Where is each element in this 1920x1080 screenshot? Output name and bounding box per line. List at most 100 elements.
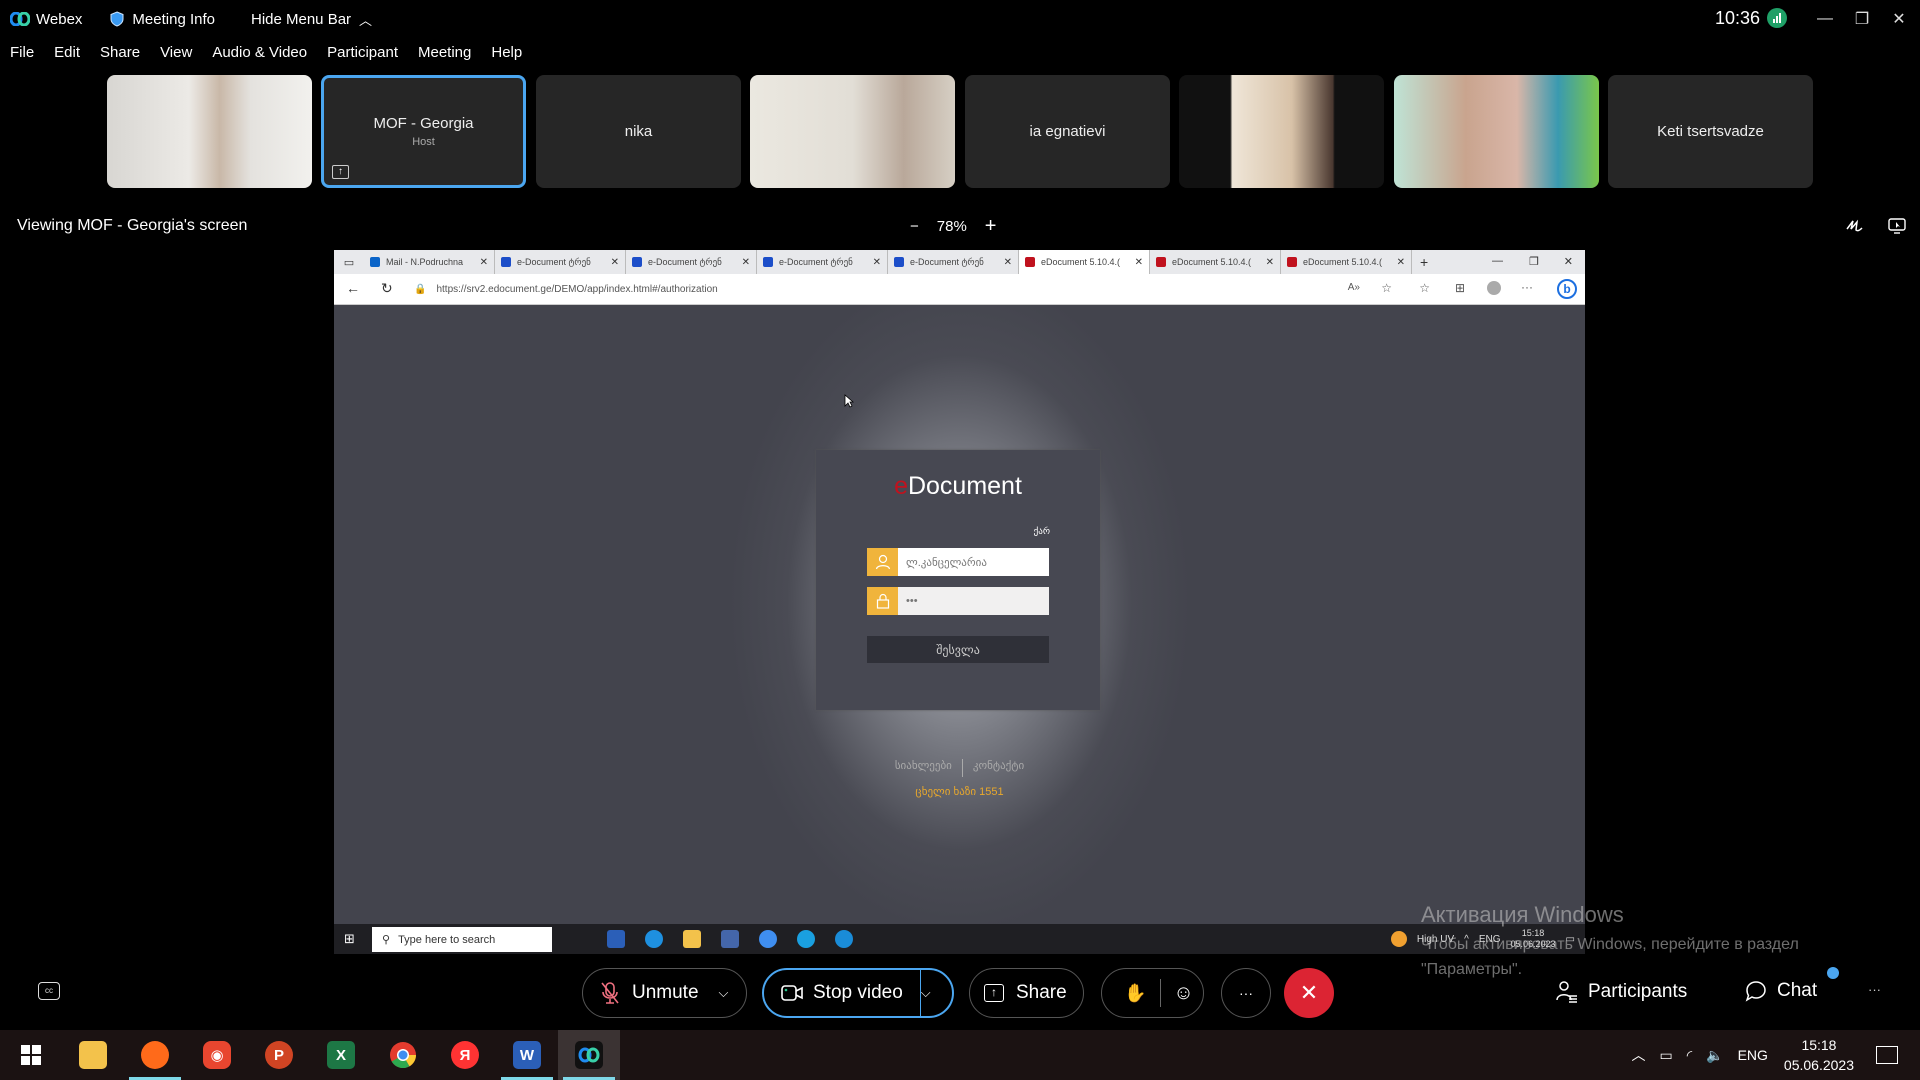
annotate-icon[interactable] — [1846, 217, 1864, 233]
menu-meeting[interactable]: Meeting — [418, 44, 471, 68]
browser-restore-button[interactable]: ❐ — [1529, 255, 1539, 268]
participant-tile-video[interactable] — [107, 75, 312, 188]
start-button[interactable] — [0, 1030, 62, 1080]
url-field[interactable]: 🔒 https://srv2.edocument.ge/DEMO/app/ind… — [414, 278, 1314, 300]
taskbar-word[interactable]: W — [496, 1030, 558, 1080]
close-tab-icon[interactable]: ✕ — [873, 257, 881, 268]
word-icon[interactable] — [607, 930, 625, 948]
favorites-icon[interactable]: ☆ — [1419, 281, 1430, 295]
browser-tab[interactable]: e-Document ტრენ ✕ — [888, 250, 1019, 274]
wifi-icon[interactable]: ◜ — [1687, 1047, 1692, 1064]
read-aloud-icon[interactable]: A» — [1348, 282, 1360, 293]
show-hidden-icons-chevron[interactable]: ︿ — [1631, 1045, 1645, 1065]
remote-control-icon[interactable] — [1888, 217, 1906, 235]
meeting-info-button[interactable]: Meeting Info — [110, 11, 215, 28]
close-tab-icon[interactable]: ✕ — [1266, 257, 1274, 268]
close-button[interactable]: ✕ — [1880, 0, 1918, 38]
restore-button[interactable]: ❐ — [1843, 0, 1881, 38]
audio-options-chevron-icon[interactable]: ⌵ — [719, 985, 729, 1001]
taskbar-firefox[interactable] — [124, 1030, 186, 1080]
closed-captions-icon[interactable]: cc — [38, 982, 60, 1000]
battery-icon[interactable]: ▭ — [1659, 1047, 1672, 1064]
taskbar-excel[interactable]: X — [310, 1030, 372, 1080]
news-link[interactable]: სიახლეები — [895, 759, 952, 777]
taskbar-webex[interactable] — [558, 1030, 620, 1080]
back-icon[interactable]: ← — [346, 280, 360, 296]
taskbar-foxit-reader[interactable]: ◉ — [186, 1030, 248, 1080]
file-explorer-icon[interactable] — [683, 930, 701, 948]
taskbar-file-explorer[interactable] — [62, 1030, 124, 1080]
video-options-chevron-icon[interactable]: ⌵ — [921, 985, 931, 1001]
browser-close-button[interactable]: ✕ — [1564, 255, 1573, 268]
windows-start-icon[interactable]: ⊞ — [344, 931, 355, 947]
close-tab-icon[interactable]: ✕ — [480, 257, 488, 268]
browser-tab[interactable]: Mail - N.Podruchna ✕ — [364, 250, 495, 274]
taskbar-chrome[interactable] — [372, 1030, 434, 1080]
taskbar-search[interactable]: ⚲ Type here to search — [372, 927, 552, 952]
menu-audio-video[interactable]: Audio & Video — [212, 44, 307, 68]
browser-tab[interactable]: e-Document ტრენ ✕ — [757, 250, 888, 274]
close-tab-icon[interactable]: ✕ — [611, 257, 619, 268]
menu-share[interactable]: Share — [100, 44, 140, 68]
taskbar-powerpoint[interactable]: P — [248, 1030, 310, 1080]
hide-menu-bar-button[interactable]: Hide Menu Bar ︿ — [251, 10, 372, 29]
participant-tile[interactable]: nika — [536, 75, 741, 188]
zoom-in-button[interactable]: + — [985, 215, 997, 238]
participant-tile-video[interactable] — [750, 75, 955, 188]
taskbar-yandex[interactable]: Я — [434, 1030, 496, 1080]
internet-explorer-icon[interactable] — [645, 930, 663, 948]
language-switch[interactable]: ქარ — [1034, 526, 1050, 537]
reactions-icon[interactable]: ☺ — [1173, 982, 1193, 1005]
browser-tab[interactable]: eDocument 5.10.4.(✕ — [1281, 250, 1412, 274]
volume-icon[interactable]: 🔈 — [1706, 1047, 1723, 1064]
skype-icon[interactable] — [797, 930, 815, 948]
stop-video-button[interactable]: Stop video ⌵ — [762, 968, 954, 1018]
browser-tab[interactable]: eDocument 5.10.4.(✕ — [1150, 250, 1281, 274]
close-tab-icon[interactable]: ✕ — [1135, 257, 1143, 268]
chrome-icon[interactable] — [759, 930, 777, 948]
edge-icon[interactable] — [835, 930, 853, 948]
browser-minimize-button[interactable]: — — [1492, 255, 1503, 267]
close-tab-icon[interactable]: ✕ — [742, 257, 750, 268]
minimize-button[interactable]: — — [1806, 0, 1844, 38]
contact-link[interactable]: კონტაქტი — [973, 759, 1024, 777]
chat-button[interactable]: Chat — [1745, 980, 1817, 1002]
network-quality-icon[interactable] — [1767, 8, 1787, 28]
more-options-button[interactable]: ··· — [1221, 968, 1271, 1018]
browser-tab[interactable]: e-Document ტრენ ✕ — [495, 250, 626, 274]
shared-screen[interactable]: ▭ Mail - N.Podruchna ✕ e-Document ტრენ ✕ e… — [334, 250, 1585, 954]
input-language[interactable]: ENG — [1738, 1047, 1768, 1063]
password-field[interactable]: ••• — [867, 587, 1049, 615]
close-tab-icon[interactable]: ✕ — [1397, 257, 1405, 268]
zoom-out-button[interactable]: − — [910, 218, 919, 235]
menu-file[interactable]: File — [10, 44, 34, 68]
remote-desktop-icon[interactable] — [721, 930, 739, 948]
unmute-button[interactable]: Unmute ⌵ — [582, 968, 747, 1018]
share-button[interactable]: ↑ Share — [969, 968, 1084, 1018]
taskbar-clock[interactable]: 15:18 05.06.2023 — [1784, 1035, 1854, 1075]
participant-tile-host[interactable]: MOF - Georgia Host ↑ — [321, 75, 526, 188]
bing-icon[interactable]: b — [1557, 279, 1577, 299]
menu-participant[interactable]: Participant — [327, 44, 398, 68]
username-field[interactable]: ლ.კანცელარია — [867, 548, 1049, 576]
menu-view[interactable]: View — [160, 44, 192, 68]
browser-tab[interactable]: e-Document ტრენ ✕ — [626, 250, 757, 274]
participants-button[interactable]: Participants — [1556, 980, 1687, 1004]
browser-menu-icon[interactable]: ··· — [1521, 280, 1533, 294]
menu-help[interactable]: Help — [491, 44, 522, 68]
collections-icon[interactable]: ⊞ — [1455, 281, 1465, 295]
tab-actions-icon[interactable]: ▭ — [334, 250, 364, 274]
refresh-icon[interactable]: ↻ — [381, 280, 393, 297]
add-favorite-icon[interactable]: ☆ — [1381, 281, 1392, 295]
participant-tile[interactable]: Keti tsertsvadze — [1608, 75, 1813, 188]
profile-avatar[interactable] — [1487, 281, 1501, 295]
action-center-icon[interactable] — [1876, 1046, 1898, 1064]
menu-edit[interactable]: Edit — [54, 44, 80, 68]
raise-hand-icon[interactable]: ✋ — [1124, 983, 1146, 1004]
close-tab-icon[interactable]: ✕ — [1004, 257, 1012, 268]
login-button[interactable]: შესვლა — [867, 636, 1049, 663]
overflow-menu-button[interactable]: ··· — [1868, 982, 1881, 997]
participant-tile-video[interactable] — [1179, 75, 1384, 188]
leave-meeting-button[interactable]: ✕ — [1284, 968, 1334, 1018]
browser-tab-active[interactable]: eDocument 5.10.4.(✕ — [1019, 250, 1150, 274]
